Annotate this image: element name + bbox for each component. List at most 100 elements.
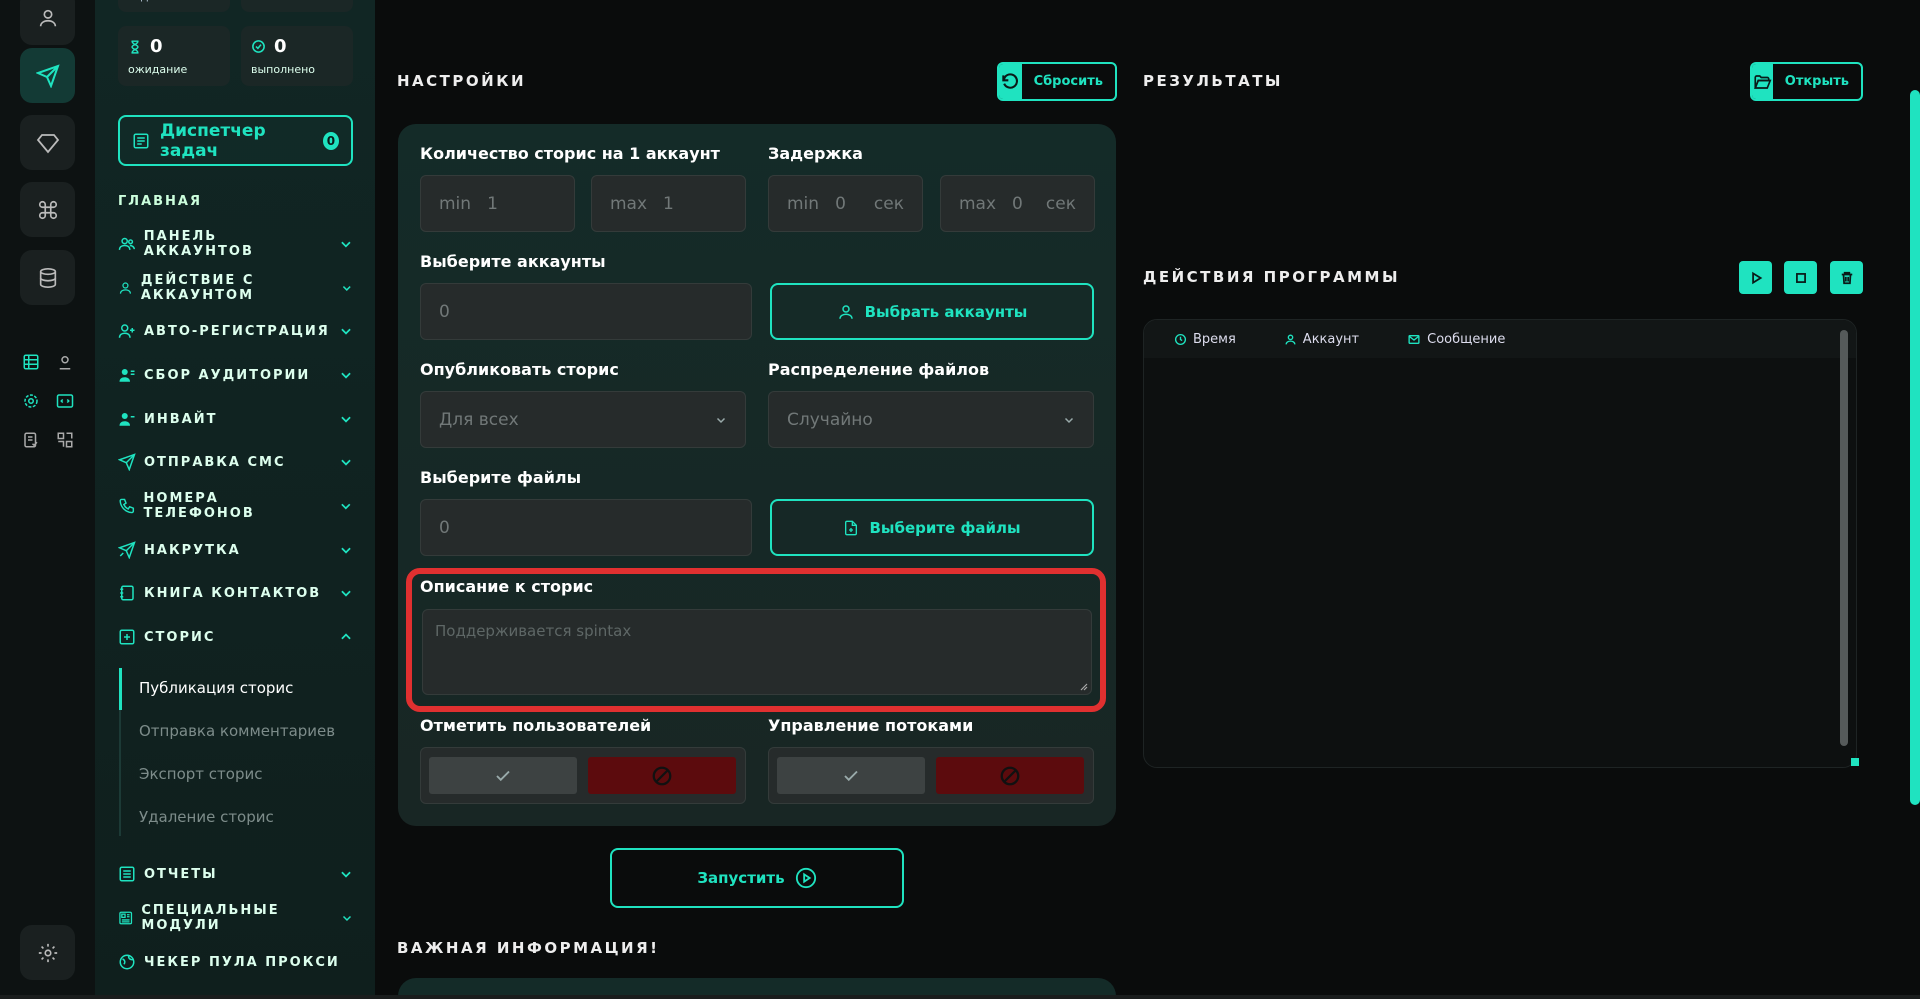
log-stop-button[interactable] xyxy=(1784,261,1817,294)
publish-value: Для всех xyxy=(439,409,519,430)
sub-item-export-stories[interactable]: Экспорт сторис xyxy=(139,765,262,783)
log-col-time[interactable]: Время xyxy=(1174,332,1236,347)
diamond-rail-button[interactable] xyxy=(20,115,75,170)
nav-label: АВТО-РЕГИСТРАЦИЯ xyxy=(144,323,330,339)
distribution-select[interactable]: Случайно xyxy=(768,391,1094,448)
checklist-mini-button[interactable] xyxy=(19,428,43,452)
log-play-button[interactable] xyxy=(1739,261,1772,294)
run-label: Запустить xyxy=(697,869,785,887)
mark-users-no-button[interactable] xyxy=(588,757,736,794)
sub-item-send-comments[interactable]: Отправка комментариев xyxy=(139,722,335,740)
threads-yes-button[interactable] xyxy=(777,757,925,794)
code-mini-button[interactable] xyxy=(53,389,77,413)
nav-sms-sending[interactable]: ОТПРАВКА СМС xyxy=(118,450,353,474)
nav-accounts-panel[interactable]: ПАНЕЛЬ АККАУНТОВ xyxy=(118,229,353,259)
nav-phone-numbers[interactable]: НОМЕРА ТЕЛЕФОНОВ xyxy=(118,491,353,521)
phone-icon xyxy=(119,498,135,514)
reset-button[interactable]: Сбросить xyxy=(997,62,1117,101)
user-icon xyxy=(119,282,132,294)
min-prefix: min xyxy=(439,193,472,214)
nav-label: СПЕЦИАЛЬНЫЕ МОДУЛИ xyxy=(141,903,280,933)
audience-icon xyxy=(119,369,135,382)
stories-min-input[interactable]: min 1 xyxy=(420,175,575,232)
nav-label: ОТПРАВКА СМС xyxy=(144,454,286,470)
log-col-message[interactable]: Сообщение xyxy=(1407,332,1505,347)
max-prefix: max xyxy=(610,193,648,214)
nav-stories[interactable]: СТОРИС xyxy=(118,625,353,649)
users-icon xyxy=(118,237,136,250)
distribution-value: Случайно xyxy=(787,409,873,430)
accounts-label: Выберите аккаунты xyxy=(420,252,606,271)
select-accounts-button[interactable]: Выбрать аккаунты xyxy=(770,283,1094,340)
stories-submenu: Публикация сторис Отправка комментариев … xyxy=(119,668,349,836)
log-col-time-label: Время xyxy=(1193,331,1236,347)
file-plus-icon xyxy=(845,520,858,535)
task-dispatcher-button[interactable]: Диспетчер задач 0 xyxy=(118,115,353,166)
open-results-button[interactable]: Открыть xyxy=(1750,62,1863,101)
nav-audience-collection[interactable]: СБОР АУДИТОРИИ xyxy=(118,363,353,387)
qr-mini-button[interactable] xyxy=(53,428,77,452)
select-files-button[interactable]: Выберите файлы xyxy=(770,499,1094,556)
settings-title: НАСТРОЙКИ xyxy=(397,72,527,90)
dispatcher-count-badge: 0 xyxy=(322,131,339,150)
min-prefix: min xyxy=(787,193,820,214)
nav-invite[interactable]: ИНВАЙТ xyxy=(118,407,353,431)
nav-label: СТОРИС xyxy=(144,629,216,645)
user-icon xyxy=(1285,333,1296,344)
nav-auto-registration[interactable]: АВТО-РЕГИСТРАЦИЯ xyxy=(118,319,353,343)
check-icon xyxy=(844,770,858,781)
log-scrollbar[interactable] xyxy=(1840,330,1848,746)
accounts-value: 0 xyxy=(439,301,450,322)
reset-label: Сбросить xyxy=(1033,74,1103,89)
select-accounts-label: Выбрать аккаунты xyxy=(864,302,1028,321)
table-mini-button[interactable] xyxy=(19,350,43,374)
threads-no-button[interactable] xyxy=(936,757,1084,794)
nav-label: НОМЕРА ТЕЛЕФОНОВ xyxy=(143,491,255,521)
stories-max-value: 1 xyxy=(663,193,674,214)
publish-select[interactable]: Для всех xyxy=(420,391,746,448)
program-log: Время Аккаунт Сообщение xyxy=(1143,319,1857,768)
done-stat: 0 выполнено xyxy=(241,26,353,86)
page-scrollbar[interactable] xyxy=(1910,90,1920,805)
active-indicator xyxy=(119,668,122,710)
important-info-title: ВАЖНАЯ ИНФОРМАЦИЯ! xyxy=(397,939,660,957)
settings-rail-button[interactable] xyxy=(20,925,75,980)
nav-boost[interactable]: НАКРУТКА xyxy=(118,538,353,562)
description-highlight-box xyxy=(406,568,1106,712)
run-button[interactable]: Запустить xyxy=(610,848,904,908)
delay-min-input[interactable]: min 0 сек xyxy=(768,175,923,232)
chevron-down-icon xyxy=(341,547,351,554)
nav-account-action[interactable]: ДЕЙСТВИЕ С АККАУНТОМ xyxy=(118,273,353,303)
sub-item-publish-stories[interactable]: Публикация сторис xyxy=(139,679,293,697)
stories-max-input[interactable]: max 1 xyxy=(591,175,746,232)
nav-contact-book[interactable]: КНИГА КОНТАКТОВ xyxy=(118,581,353,605)
done-label: выполнено xyxy=(251,63,316,76)
nav-proxy-checker[interactable]: ЧЕКЕР ПУЛА ПРОКСИ xyxy=(118,950,353,974)
chevron-down-icon xyxy=(342,915,352,922)
log-resize-handle[interactable] xyxy=(1851,758,1859,766)
block-icon xyxy=(1000,766,1020,785)
done-count: 0 xyxy=(274,36,287,57)
send-icon xyxy=(35,63,60,88)
sub-item-delete-stories[interactable]: Удаление сторис xyxy=(139,808,274,826)
boost-icon xyxy=(118,541,136,559)
database-rail-button[interactable] xyxy=(20,250,75,305)
results-title: РЕЗУЛЬТАТЫ xyxy=(1143,72,1283,90)
nav-special-modules[interactable]: СПЕЦИАЛЬНЫЕ МОДУЛИ xyxy=(118,903,353,933)
chevron-down-icon xyxy=(341,459,351,466)
location-mini-button[interactable] xyxy=(53,350,77,374)
settings-mini-button[interactable] xyxy=(19,389,43,413)
mark-users-yes-button[interactable] xyxy=(429,757,577,794)
plus-square-icon xyxy=(119,629,135,645)
delay-max-input[interactable]: max 0 сек xyxy=(940,175,1095,232)
telegram-rail-button[interactable] xyxy=(20,48,75,103)
files-value: 0 xyxy=(439,517,450,538)
chevron-down-icon xyxy=(341,590,351,597)
profile-rail-button[interactable] xyxy=(20,0,75,45)
nav-reports[interactable]: ОТЧЕТЫ xyxy=(118,862,353,886)
chevron-down-icon xyxy=(341,241,351,248)
command-rail-button[interactable] xyxy=(20,182,75,237)
log-col-account[interactable]: Аккаунт xyxy=(1284,332,1359,347)
log-clear-button[interactable] xyxy=(1830,261,1863,294)
report-icon xyxy=(119,866,135,882)
